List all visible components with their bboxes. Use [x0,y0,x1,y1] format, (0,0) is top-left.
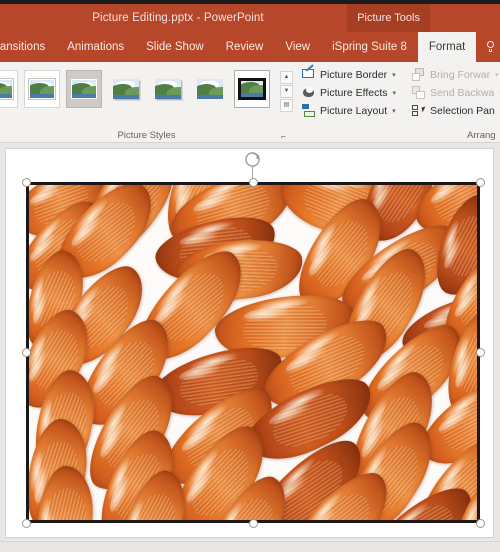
picture-border-label: Picture Border [320,69,388,81]
style-thumb-preview [113,79,139,99]
gallery-scroll-buttons: ▲ ▼ ▤ [280,67,293,112]
tab-ispring-suite-8[interactable]: iSpring Suite 8 [321,32,418,62]
gallery-scroll-up-button[interactable]: ▲ [280,70,293,84]
picture-effects-label: Picture Effects [320,87,388,99]
status-bar [0,541,500,552]
tab-format[interactable]: Format [417,32,477,62]
group-label-arrange: Arrang [467,130,496,141]
picture-content [29,185,477,520]
lightbulb-icon [486,41,496,53]
tab-transitions[interactable]: ransitions [0,32,56,62]
resize-handle-top-center[interactable] [249,178,258,187]
style-thumb-preview [197,79,223,99]
tab-slide-show[interactable]: Slide Show [135,32,215,62]
style-thumb-preview [70,78,98,100]
group-picture-styles: ▲ ▼ ▤ Picture Styles ⌐ [0,62,293,142]
almonds-picture[interactable] [26,182,480,523]
contextual-tab-strip: Picture Tools [347,4,500,32]
picture-styles-gallery[interactable]: ▲ ▼ ▤ [0,62,293,112]
tell-me-box[interactable]: Tell [476,32,500,62]
resize-handle-bottom-center[interactable] [249,519,258,528]
picture-effects-button[interactable]: Picture Effects ▾ [299,84,399,102]
ribbon-body: ▲ ▼ ▤ Picture Styles ⌐ Picture Border ▾ … [0,62,500,143]
resize-handle-middle-right[interactable] [476,348,485,357]
picture-styles-dialog-launcher-icon[interactable]: ⌐ [278,130,289,141]
resize-handle-top-right[interactable] [476,178,485,187]
title-bar: Picture Editing.pptx - PowerPoint Pictur… [0,4,500,32]
group-label-picture-styles: Picture Styles [117,130,176,141]
selection-pane-icon [412,104,427,118]
picture-commands-stack: Picture Border ▾ Picture Effects ▾ Pictu… [293,62,403,142]
titlebar-right-fill [430,4,500,32]
group-arrange: Bring Forwar ▾ Send Backwa ▾ Selection P… [403,62,500,142]
picture-layout-label: Picture Layout [320,105,388,117]
tab-view[interactable]: View [274,32,321,62]
style-reflected-rounded-rectangle[interactable] [150,70,186,108]
style-simple-frame-black[interactable] [234,70,270,108]
ribbon-tab-row: ransitions Animations Slide Show Review … [0,32,500,62]
tab-animations[interactable]: Animations [56,32,135,62]
slide-canvas [0,143,500,552]
chevron-down-icon: ▾ [392,108,396,115]
style-soft-edge-rectangle[interactable] [192,70,228,108]
picture-layout-icon [302,104,316,118]
style-thumb-preview [0,78,14,100]
gallery-scroll-down-button[interactable]: ▼ [280,84,293,98]
resize-handle-middle-left[interactable] [22,348,31,357]
send-backward-button[interactable]: Send Backwa ▾ [409,84,500,102]
resize-handle-top-left[interactable] [22,178,31,187]
style-metal-frame[interactable] [66,70,102,108]
resize-handle-bottom-left[interactable] [22,519,31,528]
slide-surface[interactable] [5,148,494,538]
picture-tools-contextual-tab: Picture Tools [347,4,430,32]
resize-handle-bottom-right[interactable] [476,519,485,528]
bring-forward-button[interactable]: Bring Forwar ▾ [409,66,500,84]
document-title: Picture Editing.pptx - PowerPoint [92,12,264,24]
style-thumb-preview [28,78,56,100]
powerpoint-window: Picture Editing.pptx - PowerPoint Pictur… [0,0,500,552]
send-backward-icon [412,86,426,100]
style-simple-frame-white[interactable] [0,70,18,108]
selection-pane-button[interactable]: Selection Pan [409,102,500,120]
tab-review[interactable]: Review [215,32,275,62]
bring-forward-icon [412,68,426,82]
picture-border-button[interactable]: Picture Border ▾ [299,66,399,84]
style-drop-shadow-rectangle[interactable] [108,70,144,108]
bring-forward-label: Bring Forwar [430,69,491,81]
style-thumb-preview [238,78,266,100]
picture-effects-icon [302,86,316,100]
chevron-down-icon: ▾ [495,72,499,79]
chevron-down-icon: ▾ [392,72,396,79]
style-beveled-matte-white[interactable] [24,70,60,108]
send-backward-label: Send Backwa [430,87,495,99]
selection-pane-label: Selection Pan [430,105,495,117]
rotate-handle-icon[interactable] [244,151,261,168]
chevron-down-icon: ▾ [392,90,397,97]
style-thumb-preview [155,79,181,99]
gallery-more-button[interactable]: ▤ [280,98,293,112]
picture-layout-button[interactable]: Picture Layout ▾ [299,102,399,120]
picture-border-icon [302,68,316,82]
